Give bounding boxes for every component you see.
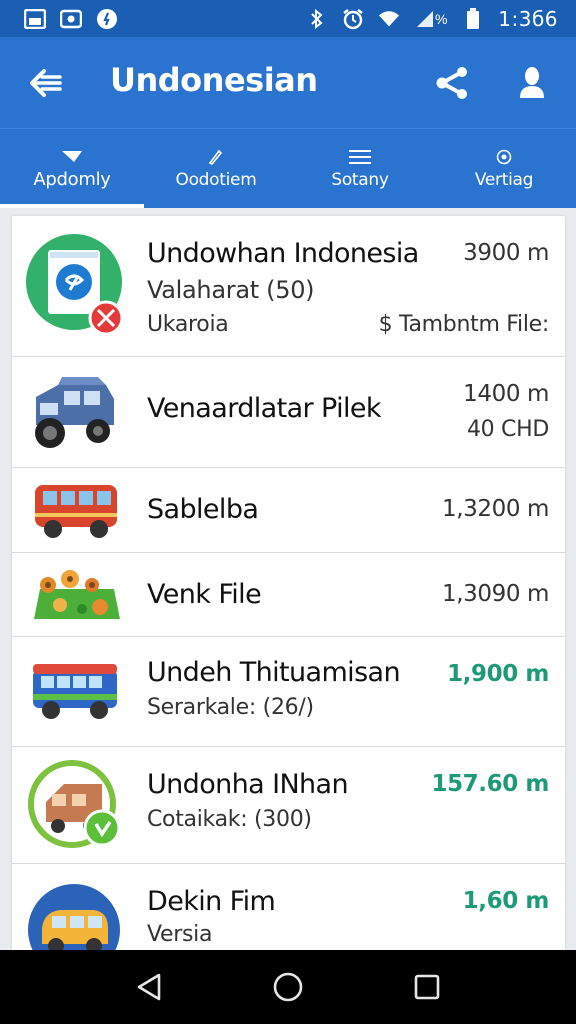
item-subtitle: Serarkale: (26/)	[147, 695, 314, 720]
clock-time: 1:3б6	[498, 6, 558, 31]
list-item[interactable]: Venk File 1,3090 m	[12, 553, 565, 637]
battery-icon	[462, 7, 484, 29]
item-subtitle: Cotaikak: (300)	[147, 807, 312, 832]
alarm-icon	[342, 8, 364, 29]
list-item[interactable]: Undonha INhan Cotaikak: (300) 157.60 m	[12, 747, 565, 864]
item-subtitle: Versia	[147, 922, 213, 947]
item-title: Undeh Thituamisan	[147, 657, 401, 688]
truck-icon	[26, 363, 126, 463]
menu-icon	[348, 148, 372, 166]
results-list: Undowhan Indonesia Valaharat (50) Ukaroi…	[12, 216, 565, 950]
list-item[interactable]: Undeh Thituamisan Serarkale: (26/) 1,900…	[12, 637, 565, 747]
item-subtitle: Valaharat (50)	[147, 276, 315, 304]
tab-label: Vertiag	[474, 169, 534, 190]
item-title: Venk File	[147, 579, 262, 610]
tab-label: Oodotiem	[175, 169, 257, 190]
item-title: Venaardlatar Pilek	[147, 393, 382, 424]
share-icon	[436, 67, 467, 99]
system-nav-bar	[0, 950, 576, 1024]
image-icon	[60, 9, 82, 29]
tab-apdomly[interactable]: Apdomly	[0, 129, 144, 208]
app-store-icon	[26, 234, 126, 336]
gallery-icon	[24, 8, 46, 29]
item-subtitle-secondary: Ukaroia	[147, 312, 229, 337]
tab-label: Apdomly	[33, 169, 111, 190]
garden-icon	[26, 545, 126, 645]
bluetooth-icon	[306, 8, 328, 29]
app-bar: Undonesian	[0, 37, 576, 128]
signal-icon: %	[414, 9, 448, 29]
back-button[interactable]	[26, 63, 66, 103]
nav-home-button[interactable]	[268, 967, 308, 1007]
item-title: Undonha INhan	[147, 769, 349, 800]
tab-bar: Apdomly Oodotiem Sotany Vertiag	[0, 128, 576, 208]
share-button[interactable]	[430, 61, 474, 105]
item-distance: 1,3090 m	[442, 581, 549, 607]
nav-recents-button[interactable]	[407, 967, 447, 1007]
home-circle-icon	[273, 972, 303, 1002]
item-distance: 157.60 m	[431, 771, 549, 797]
wifi-icon	[378, 9, 400, 29]
list-item[interactable]: Venaardlatar Pilek 1400 m 40 CHD	[12, 357, 565, 468]
settings-icon	[496, 148, 512, 166]
item-title: Undowhan Indonesia	[147, 238, 419, 269]
back-triangle-icon	[138, 973, 161, 1001]
item-distance: 1400 m	[463, 381, 549, 407]
list-item[interactable]: Dekin Fim Versia 1,60 m	[12, 864, 565, 950]
back-arrow-icon	[30, 69, 62, 97]
signal-percent-label: %	[435, 10, 448, 27]
profile-icon	[520, 67, 544, 98]
item-distance: 3900 m	[463, 240, 549, 266]
list-item[interactable]: Sablelba 1,3200 m	[12, 468, 565, 553]
status-left-icons	[24, 8, 118, 29]
tab-label: Sotany	[331, 169, 389, 190]
status-bar: % 1:3б6	[0, 0, 576, 37]
item-distance: 1,60 m	[462, 888, 550, 914]
item-extra: $ Tambntm File:	[378, 312, 550, 337]
pencil-icon	[207, 148, 225, 166]
app-title: Undonesian	[110, 61, 318, 99]
status-right-icons: % 1:3б6	[306, 7, 558, 31]
item-distance: 1,900 m	[447, 661, 549, 687]
list-item[interactable]: Undowhan Indonesia Valaharat (50) Ukaroi…	[12, 216, 565, 357]
item-extra: 40 CHD	[466, 417, 549, 442]
tab-sotany[interactable]: Sotany	[288, 129, 432, 208]
van-icon	[26, 641, 126, 741]
item-title: Dekin Fim	[147, 886, 276, 917]
tab-vertiag[interactable]: Vertiag	[432, 129, 576, 208]
recents-square-icon	[414, 974, 439, 1000]
item-title: Sablelba	[147, 494, 259, 525]
nav-back-button[interactable]	[129, 967, 169, 1007]
house-van-icon	[26, 755, 126, 855]
profile-button[interactable]	[510, 61, 554, 105]
item-distance: 1,3200 m	[442, 496, 549, 522]
yellow-van-icon	[26, 880, 126, 950]
tab-oodotiem[interactable]: Oodotiem	[144, 129, 288, 208]
flag-icon	[60, 147, 84, 165]
alert-icon	[96, 8, 118, 29]
